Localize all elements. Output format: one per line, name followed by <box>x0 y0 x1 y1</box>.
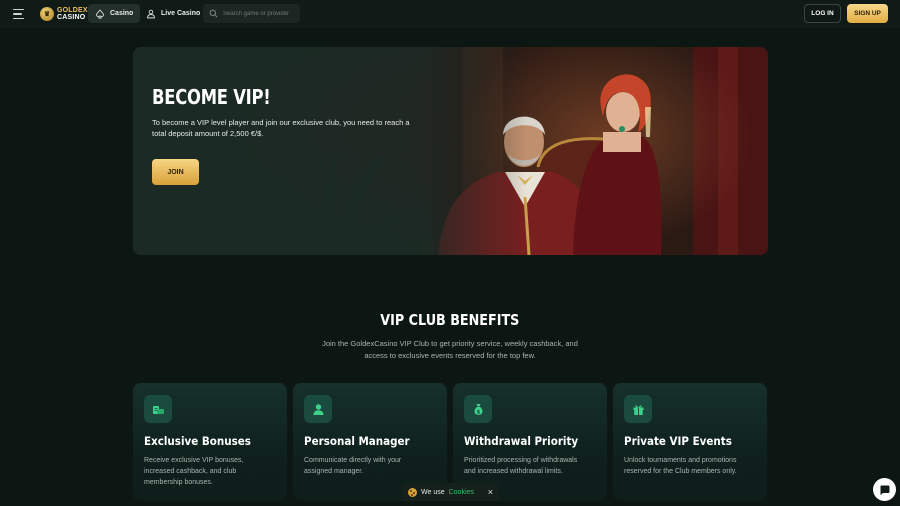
menu-icon[interactable] <box>13 6 31 22</box>
benefits-title: VIP CLUB BENEFITS <box>0 311 900 329</box>
card-text: Communicate directly with your assigned … <box>304 457 402 475</box>
benefits-subtitle: Join the GoldexCasino VIP Club to get pr… <box>322 339 578 360</box>
cookie-icon <box>408 487 417 497</box>
tab-live-casino[interactable]: Live Casino <box>139 4 207 23</box>
gift-icon <box>624 395 652 423</box>
card-title: Withdrawal Priority <box>464 434 579 448</box>
tab-casino[interactable]: Casino <box>88 4 141 23</box>
logo-line-1: GOLDEX <box>57 7 88 14</box>
login-button[interactable]: LOG IN <box>804 4 841 23</box>
tab-live-casino-label: Live Casino <box>161 10 201 17</box>
hero-description: To become a VIP level player and join ou… <box>152 118 410 138</box>
card-text: Receive exclusive VIP bonuses, increased… <box>144 457 244 486</box>
hero-title: BECOME VIP! <box>152 85 271 109</box>
card-title: Exclusive Bonuses <box>144 434 251 448</box>
close-icon[interactable]: × <box>488 487 493 497</box>
search-icon <box>209 9 218 18</box>
chat-button[interactable] <box>873 478 896 501</box>
spade-icon <box>96 8 104 18</box>
card-text: Unlock tournaments and promotions reserv… <box>624 457 737 475</box>
join-button[interactable]: JOIN <box>152 159 199 185</box>
card-text: Prioritized processing of withdrawals an… <box>464 457 578 475</box>
cookies-link[interactable]: Cookies <box>449 489 474 496</box>
dealer-icon <box>147 9 155 18</box>
cookie-notice: We use Cookies × <box>402 483 499 501</box>
logo-line-2: CASINO <box>57 14 86 21</box>
search-input[interactable] <box>223 10 299 17</box>
signup-button[interactable]: SIGN UP <box>847 4 888 23</box>
card-title: Private VIP Events <box>624 434 732 448</box>
cookie-text: We use <box>421 488 445 496</box>
search-bar[interactable] <box>203 4 300 23</box>
money-bag-icon: $ <box>464 395 492 423</box>
vip-hero-banner: BECOME VIP! To become a VIP level player… <box>133 47 768 255</box>
card-title: Personal Manager <box>304 434 410 448</box>
svg-text:$: $ <box>476 409 480 415</box>
benefit-card-exclusive-bonuses: Exclusive Bonuses Receive exclusive VIP … <box>133 383 287 501</box>
user-icon <box>304 395 332 423</box>
site-logo[interactable]: ♛ GOLDEX CASINO <box>40 5 88 23</box>
logo-crown-icon: ♛ <box>40 7 54 21</box>
tab-casino-label: Casino <box>110 10 134 17</box>
top-header: ♛ GOLDEX CASINO Casino Live Casino LOG I… <box>0 0 900 28</box>
hero-illustration <box>133 47 768 255</box>
chat-icon <box>880 485 889 495</box>
coins-icon <box>144 395 172 423</box>
benefits-title-text: VIP CLUB BENEFITS <box>380 311 520 329</box>
benefit-card-private-vip-events: Private VIP Events Unlock tournaments an… <box>613 383 767 501</box>
